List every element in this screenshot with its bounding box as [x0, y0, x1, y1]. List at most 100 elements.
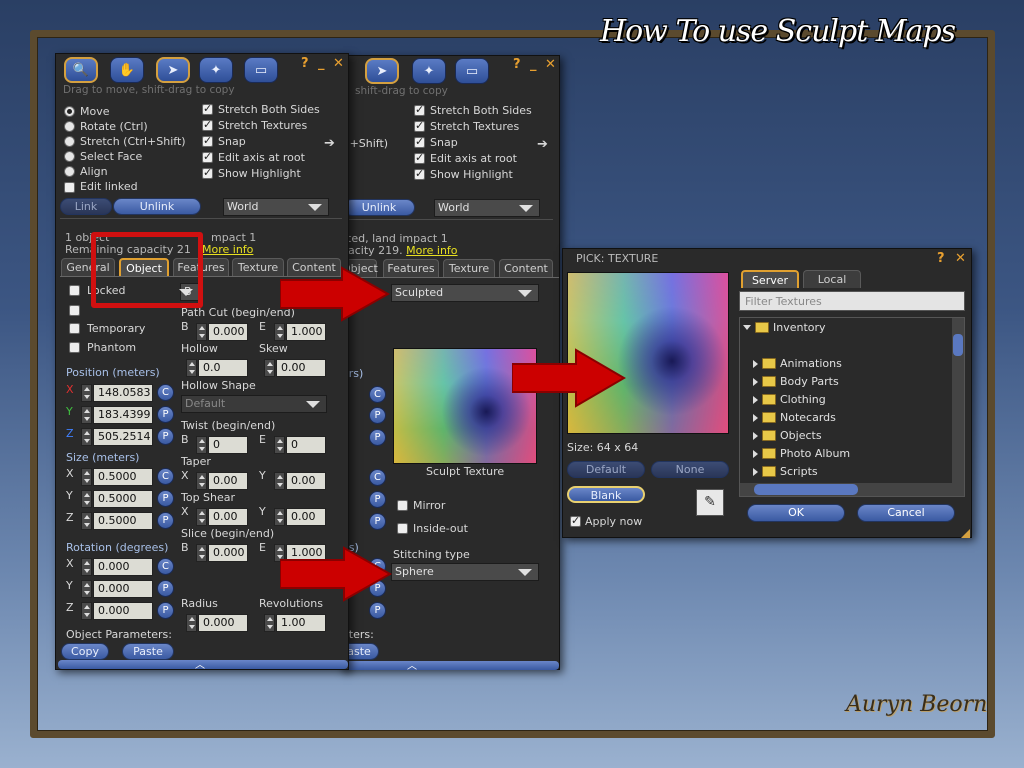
revolutions-spinner[interactable]: [264, 614, 275, 632]
pos-z-input[interactable]: 505.2514: [93, 428, 153, 446]
unlink-button[interactable]: Unlink: [113, 198, 201, 215]
close-icon[interactable]: ✕: [955, 251, 966, 266]
collapse-chevron-icon[interactable]: ︿: [195, 656, 205, 671]
twist-end-spinner[interactable]: [274, 436, 285, 454]
link-button[interactable]: Link: [60, 198, 112, 215]
inside-out-checkbox[interactable]: [397, 523, 408, 534]
size-x-input[interactable]: 0.5000: [93, 468, 153, 486]
locked-checkbox[interactable]: [69, 285, 80, 296]
more-info-link[interactable]: More info: [202, 243, 253, 256]
tab-features[interactable]: Features: [383, 259, 439, 277]
expand-arrow-icon[interactable]: ➔: [537, 137, 548, 152]
hollow-shape-dropdown[interactable]: Default: [181, 395, 327, 413]
more-info-link[interactable]: More info: [406, 244, 457, 257]
list-item[interactable]: Photo Album: [753, 447, 850, 460]
paste-params-button[interactable]: Paste: [122, 643, 174, 660]
default-button[interactable]: Default: [567, 461, 645, 478]
size-x-spinner[interactable]: [81, 468, 92, 486]
stretch-both-sides-checkbox[interactable]: [202, 102, 213, 115]
vertical-scrollbar[interactable]: [952, 318, 964, 483]
size-y-spinner[interactable]: [81, 490, 92, 508]
pos-x-input[interactable]: 148.0583: [93, 384, 153, 402]
rot-x-input[interactable]: 0.000: [93, 558, 153, 576]
rotate-radio[interactable]: [64, 121, 75, 132]
tab-texture[interactable]: Texture: [232, 258, 284, 276]
show-highlight-checkbox[interactable]: [202, 166, 213, 179]
stretch-textures-checkbox[interactable]: [202, 118, 213, 131]
rot-z-spinner[interactable]: [81, 602, 92, 620]
minimize-icon[interactable]: _: [530, 57, 537, 72]
tab-texture[interactable]: Texture: [443, 259, 495, 277]
rot-y-input[interactable]: 0.000: [93, 580, 153, 598]
taper-y-input[interactable]: 0.00: [286, 472, 326, 490]
pos-z-spinner[interactable]: [81, 428, 92, 446]
shear-x-input[interactable]: 0.00: [208, 508, 248, 526]
taper-y-spinner[interactable]: [274, 472, 285, 490]
radius-input[interactable]: 0.000: [198, 614, 248, 632]
paste-position-button[interactable]: P: [369, 429, 386, 446]
eyedropper-icon[interactable]: ✎: [696, 489, 724, 516]
temporary-checkbox[interactable]: [69, 323, 80, 334]
unlink-button[interactable]: Unlink: [343, 199, 415, 216]
rot-x-spinner[interactable]: [81, 558, 92, 576]
focus-tool-icon[interactable]: 🔍: [64, 57, 98, 83]
slice-begin-input[interactable]: 0.000: [208, 544, 248, 562]
create-tool-icon[interactable]: ✦: [199, 57, 233, 83]
cancel-button[interactable]: Cancel: [857, 504, 955, 522]
size-z-input[interactable]: 0.5000: [93, 512, 153, 530]
close-icon[interactable]: ✕: [333, 56, 344, 71]
snap-checkbox[interactable]: [202, 134, 213, 147]
hollow-input[interactable]: 0.0: [198, 359, 248, 377]
apply-now-checkbox[interactable]: [570, 514, 581, 527]
phantom-checkbox[interactable]: [69, 342, 80, 353]
create-tool-icon[interactable]: ✦: [412, 58, 446, 84]
stretch-both-sides-checkbox[interactable]: [414, 103, 425, 116]
size-z-spinner[interactable]: [81, 512, 92, 530]
twist-begin-spinner[interactable]: [196, 436, 207, 454]
shear-x-spinner[interactable]: [196, 508, 207, 526]
cut-begin-spinner[interactable]: [196, 323, 207, 341]
expand-arrow-icon[interactable]: ➔: [324, 136, 335, 151]
help-icon[interactable]: ?: [513, 57, 521, 72]
move-tool-icon[interactable]: ✋: [110, 57, 144, 83]
rot-z-input[interactable]: 0.000: [93, 602, 153, 620]
help-icon[interactable]: ?: [301, 56, 309, 71]
list-item[interactable]: Clothing: [753, 393, 826, 406]
copy-position-button[interactable]: C: [369, 386, 386, 403]
select-tool-icon[interactable]: ➤: [365, 58, 399, 84]
close-icon[interactable]: ✕: [545, 57, 556, 72]
size-y-input[interactable]: 0.5000: [93, 490, 153, 508]
list-item[interactable]: Animations: [753, 357, 842, 370]
revolutions-input[interactable]: 1.00: [276, 614, 326, 632]
stretch-textures-checkbox[interactable]: [414, 119, 425, 132]
physical-checkbox[interactable]: [69, 305, 80, 316]
collapse-chevron-icon[interactable]: ︿: [407, 657, 417, 672]
stretch-radio[interactable]: [64, 136, 75, 147]
copy-position-button[interactable]: C: [157, 384, 174, 401]
align-radio[interactable]: [64, 166, 75, 177]
snap-checkbox[interactable]: [414, 135, 425, 148]
pos-y-spinner[interactable]: [81, 406, 92, 424]
paste-size-button[interactable]: P: [157, 512, 174, 529]
skew-spinner[interactable]: [264, 359, 275, 377]
rot-y-spinner[interactable]: [81, 580, 92, 598]
pos-x-spinner[interactable]: [81, 384, 92, 402]
cut-end-spinner[interactable]: [274, 323, 285, 341]
radius-spinner[interactable]: [186, 614, 197, 632]
pos-y-input[interactable]: 183.4399: [93, 406, 153, 424]
paste-size-button[interactable]: P: [369, 491, 386, 508]
mirror-checkbox[interactable]: [397, 500, 408, 511]
show-highlight-checkbox[interactable]: [414, 167, 425, 180]
scrollbar-thumb[interactable]: [754, 484, 858, 495]
horizontal-scrollbar[interactable]: [740, 483, 964, 496]
scrollbar-thumb[interactable]: [953, 334, 963, 356]
paste-size-button[interactable]: P: [369, 513, 386, 530]
edit-axis-checkbox[interactable]: [414, 151, 425, 164]
paste-position-button[interactable]: P: [369, 407, 386, 424]
filter-input[interactable]: Filter Textures: [739, 291, 965, 311]
tab-content[interactable]: Content: [499, 259, 553, 277]
cut-begin-input[interactable]: 0.000: [208, 323, 248, 341]
list-item[interactable]: Body Parts: [753, 375, 839, 388]
twist-begin-input[interactable]: 0: [208, 436, 248, 454]
ok-button[interactable]: OK: [747, 504, 845, 522]
